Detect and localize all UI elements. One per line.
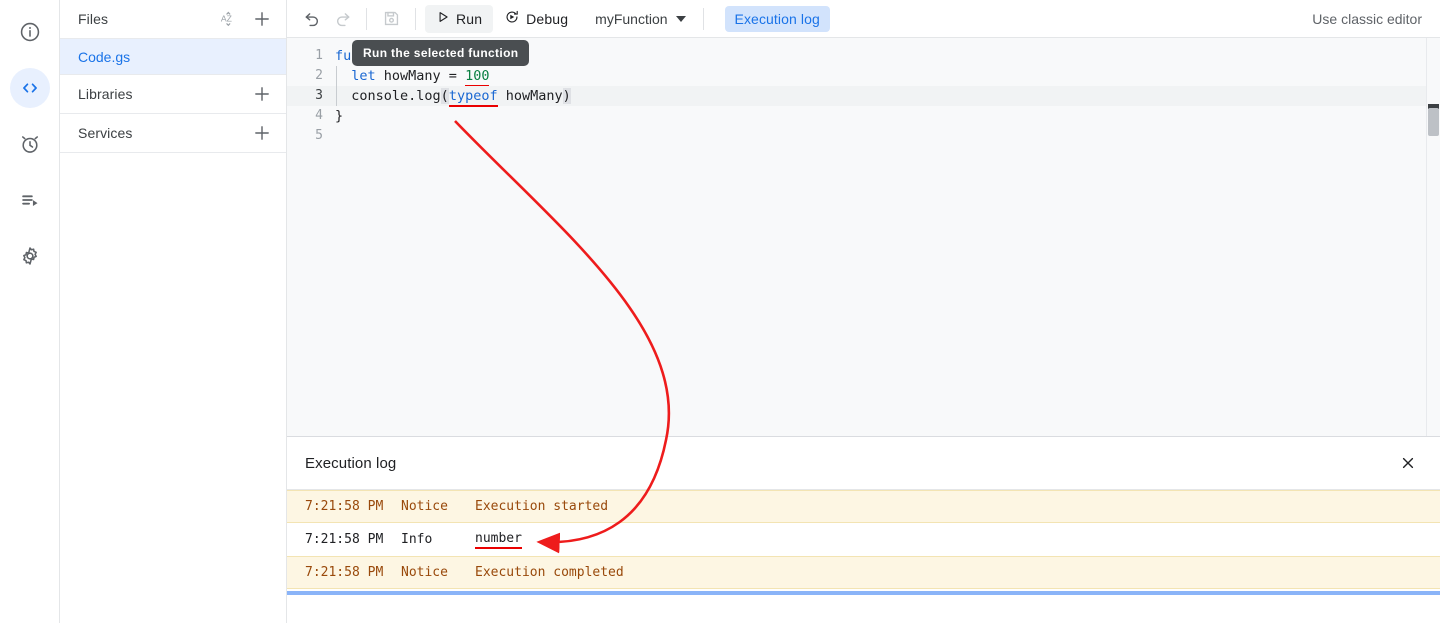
log-panel-resize-handle[interactable] [287,591,1440,595]
code-token: ) [562,88,571,104]
files-section-header: Files AZ [60,0,286,39]
use-classic-editor-link[interactable]: Use classic editor [1312,11,1426,27]
function-select-value: myFunction [595,10,668,27]
execution-log-tab[interactable]: Execution log [724,5,830,32]
run-button-tooltip: Run the selected function [352,40,530,66]
log-level: Notice [401,565,448,580]
execution-log-header: Execution log [287,437,1440,490]
apps-script-editor-window: Files AZ Code.gs Libraries Services Run … [0,0,1440,623]
code-line[interactable]: 3 console.log(typeof howMany) [287,86,1440,107]
code-token: howMany = [375,68,466,84]
code-text: } [335,106,343,126]
save-icon[interactable] [376,4,406,34]
code-editor[interactable]: 1function myFunction() {2 let howMany = … [287,38,1440,437]
debug-label: Debug [526,10,569,27]
left-icon-rail [0,0,60,623]
log-level: Info [401,532,433,547]
files-panel-empty-space [60,153,286,623]
log-message: Execution completed [475,565,624,580]
code-token: howMany [497,88,563,104]
chevron-down-icon [675,15,686,22]
log-row: 7:21:58 PM Notice Execution completed [287,556,1440,589]
add-service-button[interactable] [252,123,272,143]
code-token: console.log [335,88,441,104]
run-button[interactable]: Run [425,4,494,33]
code-text: console.log(typeof howMany) [335,86,571,107]
function-select[interactable]: myFunction [587,5,693,33]
toolbar-divider-2 [415,7,416,30]
log-row: 7:21:58 PM Notice Execution started [287,490,1440,523]
libraries-section-header[interactable]: Libraries [60,75,286,114]
toolbar-divider-3 [702,7,704,30]
services-section-header[interactable]: Services [60,114,286,153]
editor-toolbar: Run Debug myFunction Execution log Use c… [287,0,1440,38]
line-number: 4 [315,108,323,123]
line-number: 5 [315,128,323,143]
code-token: ( [440,88,449,104]
toolbar-divider-1 [366,7,367,30]
code-line[interactable]: 4} [287,106,1440,126]
code-token: let [351,68,376,84]
sort-az-icon[interactable]: AZ [220,10,238,28]
code-line[interactable]: 5 [287,126,1440,146]
files-panel: Files AZ Code.gs Libraries Services [60,0,287,623]
log-timestamp: 7:21:58 PM [305,565,384,580]
file-name: Code.gs [78,48,131,65]
editor-vertical-scrollbar[interactable] [1426,38,1440,436]
code-token: 100 [465,68,490,87]
debug-icon [504,9,520,28]
run-label: Run [456,10,483,27]
scrollbar-thumb[interactable] [1428,108,1439,136]
triggers-icon[interactable] [10,124,50,164]
undo-icon[interactable] [297,4,327,34]
settings-icon[interactable] [10,236,50,276]
execution-log-title: Execution log [305,454,397,472]
executions-icon[interactable] [10,180,50,220]
log-level: Notice [401,499,448,514]
overview-icon[interactable] [10,12,50,52]
svg-text:AZ: AZ [221,14,232,24]
log-timestamp: 7:21:58 PM [305,499,384,514]
line-number: 3 [315,88,323,103]
line-number: 2 [315,68,323,83]
play-icon [436,10,450,27]
files-section-title: Files [78,11,109,27]
log-timestamp: 7:21:58 PM [305,532,384,547]
execution-log-panel: Execution log 7:21:58 PM Notice Execution … [287,437,1440,623]
code-token: } [335,108,344,124]
indent-guide [336,66,337,106]
close-icon[interactable] [1394,449,1422,477]
code-text: let howMany = 100 [335,66,490,87]
log-message: Execution started [475,499,609,514]
redo-icon[interactable] [327,4,357,34]
code-token: typeof [448,88,498,107]
debug-button[interactable]: Debug [493,5,579,33]
editor-icon[interactable] [9,68,50,108]
code-line[interactable]: 2 let howMany = 100 [287,66,1440,87]
libraries-section-title: Libraries [78,86,133,102]
file-item-code-gs[interactable]: Code.gs [60,39,286,75]
log-message: number [475,531,1440,549]
add-file-button[interactable] [252,9,272,29]
log-message-highlight: number [475,531,522,549]
services-section-title: Services [78,125,133,141]
log-row: 7:21:58 PM Info number [287,523,1440,556]
line-number: 1 [315,48,323,63]
execution-log-rows: 7:21:58 PM Notice Execution started 7:21:58… [287,490,1440,623]
add-library-button[interactable] [252,84,272,104]
main-area: Run Debug myFunction Execution log Use c… [287,0,1440,623]
